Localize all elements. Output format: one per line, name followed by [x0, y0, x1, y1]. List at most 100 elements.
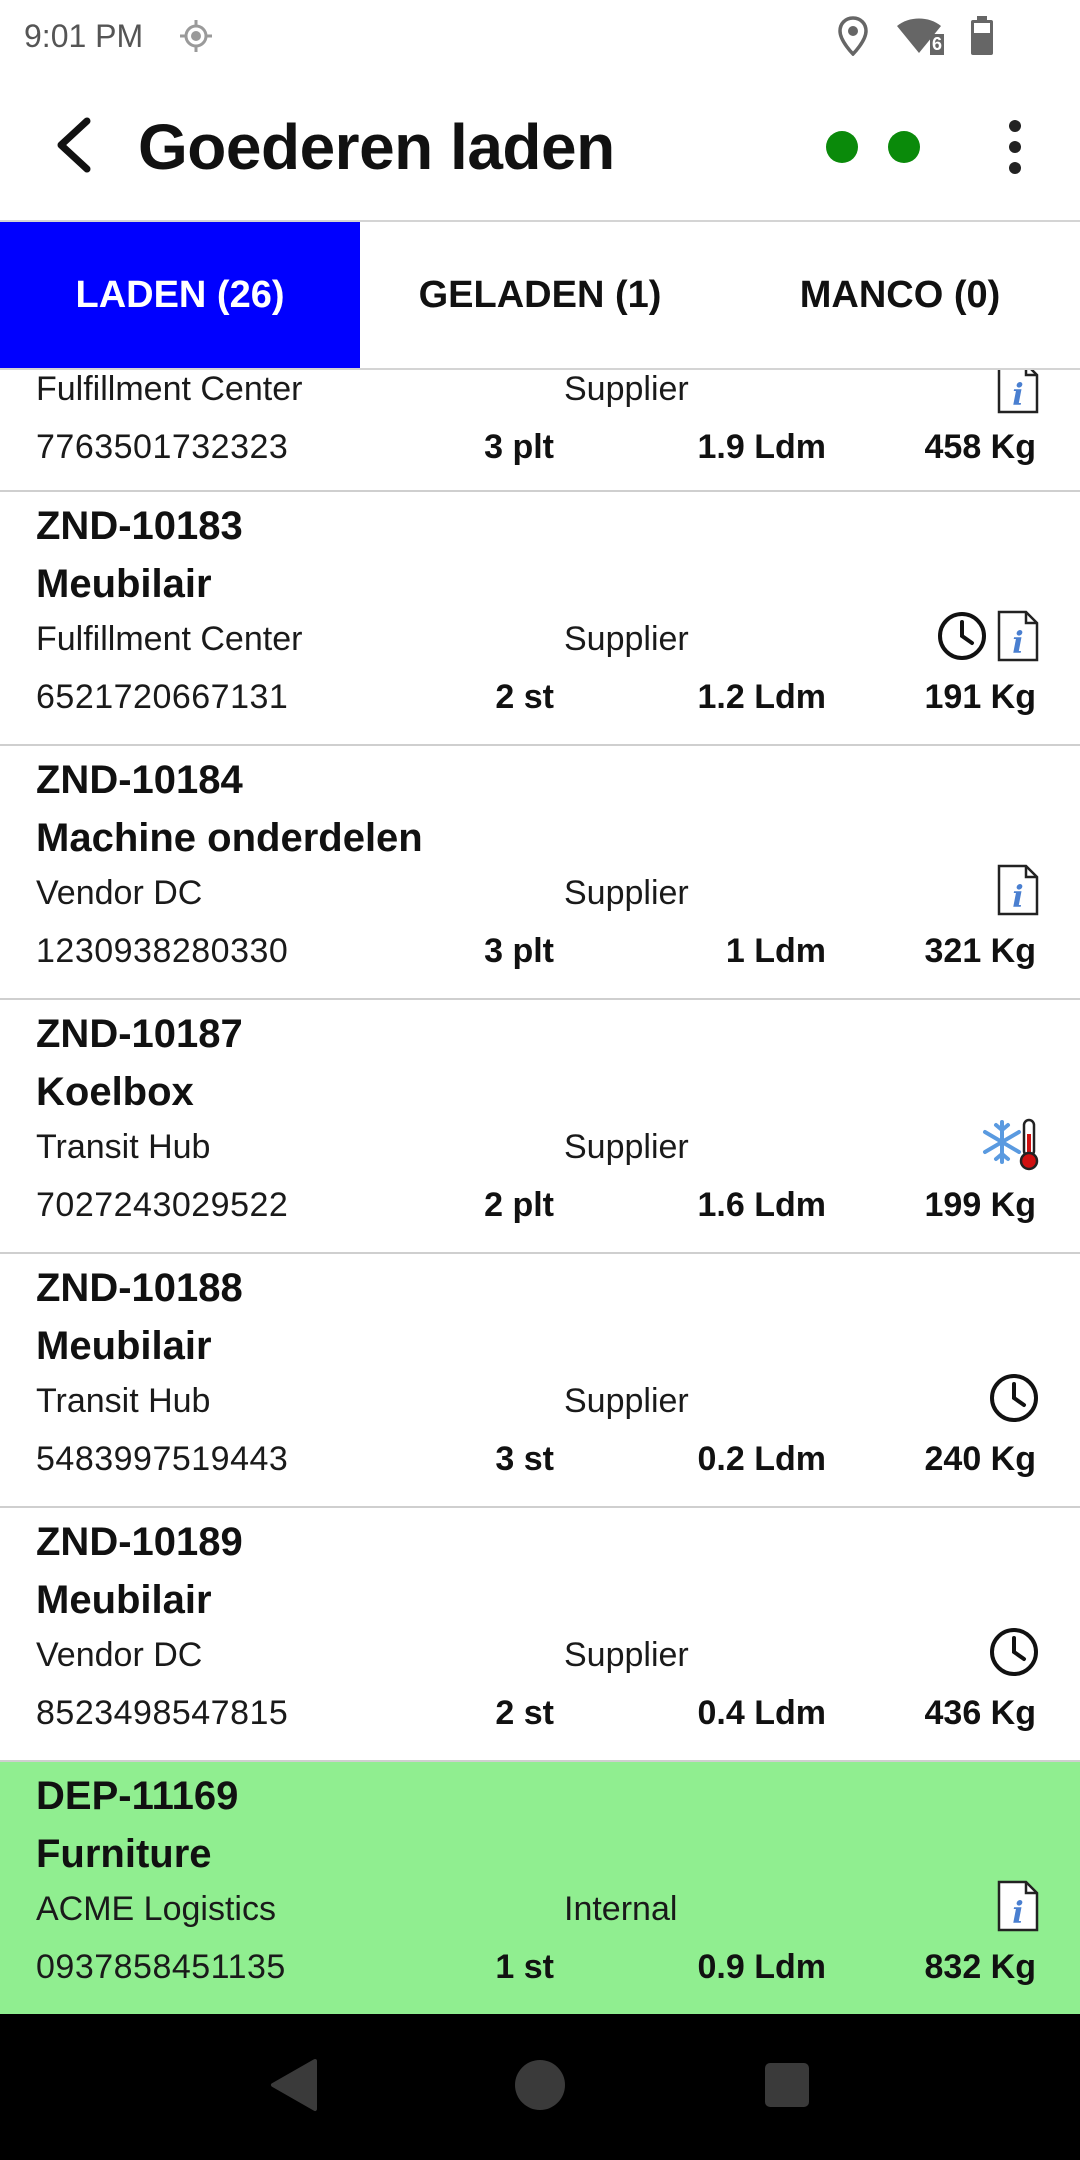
overflow-menu-button[interactable]: [980, 92, 1050, 202]
item-barcode: 1230938280330: [36, 932, 289, 970]
list-item[interactable]: ZND-10189 Meubilair Vendor DC Supplier 8…: [0, 1508, 1080, 1762]
list-item[interactable]: Fulfillment Center Supplier i 7763501732…: [0, 370, 1080, 492]
item-description: Machine onderdelen: [36, 816, 423, 860]
clock-icon[interactable]: [988, 1626, 1040, 1683]
nav-home-button[interactable]: [495, 2042, 585, 2132]
more-vertical-dot: [1009, 162, 1021, 174]
item-barcode: 7763501732323: [36, 428, 289, 466]
item-quantity: 3 plt: [484, 428, 554, 466]
status-bar: 9:01 PM 6: [0, 0, 1080, 72]
wifi-icon: 6: [896, 17, 944, 55]
item-location: Transit Hub: [36, 1382, 211, 1420]
system-navigation-bar: [0, 2014, 1080, 2160]
item-code: ZND-10183: [36, 504, 243, 548]
app-bar: Goederen laden: [0, 72, 1080, 222]
back-button[interactable]: [18, 92, 128, 202]
item-weight: 240 Kg: [924, 1440, 1037, 1478]
item-weight: 436 Kg: [924, 1694, 1037, 1732]
list-item-highlighted[interactable]: DEP-11169 Furniture ACME Logistics Inter…: [0, 1762, 1080, 2014]
item-code: ZND-10188: [36, 1266, 243, 1310]
more-vertical-dot: [1009, 141, 1021, 153]
location-target-icon: [179, 19, 213, 53]
item-barcode: 0937858451135: [36, 1948, 286, 1986]
status-indicator-dot: [888, 131, 920, 163]
item-code: DEP-11169: [36, 1774, 239, 1818]
item-description: Koelbox: [36, 1070, 194, 1114]
list-item[interactable]: ZND-10187 Koelbox Transit Hub Supplier 7…: [0, 1000, 1080, 1254]
item-weight: 458 Kg: [924, 428, 1037, 466]
item-quantity: 2 st: [495, 678, 554, 716]
back-arrow-icon: [51, 115, 95, 180]
item-barcode: 6521720667131: [36, 678, 289, 716]
list-item[interactable]: ZND-10184 Machine onderdelen Vendor DC S…: [0, 746, 1080, 1000]
list-item[interactable]: ZND-10183 Meubilair Fulfillment Center S…: [0, 492, 1080, 746]
page-title: Goederen laden: [138, 111, 615, 183]
item-code: ZND-10184: [36, 758, 243, 802]
info-document-icon[interactable]: i: [996, 864, 1040, 921]
item-barcode: 5483997519443: [36, 1440, 289, 1478]
item-location: Fulfillment Center: [36, 620, 303, 658]
nav-recents-button[interactable]: [742, 2042, 832, 2132]
recents-square-icon: [763, 2061, 811, 2114]
connection-indicators: [826, 131, 920, 163]
item-code: ZND-10187: [36, 1012, 243, 1056]
item-role: Supplier: [564, 1636, 689, 1674]
item-role: Supplier: [564, 874, 689, 912]
status-indicator-dot: [826, 131, 858, 163]
tab-laden[interactable]: LADEN (26): [0, 222, 360, 368]
tab-geladen[interactable]: GELADEN (1): [360, 222, 720, 368]
item-quantity: 1 st: [495, 1948, 554, 1986]
info-document-icon[interactable]: i: [996, 1880, 1040, 1937]
item-weight: 199 Kg: [924, 1186, 1037, 1224]
info-document-icon[interactable]: i: [996, 370, 1040, 419]
item-role: Supplier: [564, 620, 689, 658]
item-role: Supplier: [564, 1382, 689, 1420]
item-description: Meubilair: [36, 1578, 212, 1622]
item-weight: 191 Kg: [924, 678, 1037, 716]
nav-back-button[interactable]: [248, 2042, 338, 2132]
more-vertical-icon: [1009, 120, 1021, 132]
status-time: 9:01 PM: [24, 17, 144, 54]
item-role: Supplier: [564, 370, 689, 408]
list-item[interactable]: ZND-10188 Meubilair Transit Hub Supplier…: [0, 1254, 1080, 1508]
item-loading-meters: 1 Ldm: [725, 932, 826, 970]
battery-icon: [970, 16, 994, 56]
tab-bar: LADEN (26) GELADEN (1) MANCO (0): [0, 220, 1080, 370]
svg-text:i: i: [1012, 378, 1023, 413]
frozen-thermometer-icon[interactable]: [982, 1116, 1040, 1177]
clock-icon[interactable]: [988, 1372, 1040, 1429]
item-quantity: 3 plt: [484, 932, 554, 970]
item-quantity: 2 plt: [484, 1186, 554, 1224]
back-triangle-icon: [267, 2057, 319, 2118]
item-loading-meters: 1.6 Ldm: [697, 1186, 826, 1224]
item-description: Meubilair: [36, 1324, 212, 1368]
item-loading-meters: 0.2 Ldm: [697, 1440, 826, 1478]
svg-text:i: i: [1012, 880, 1023, 915]
item-loading-meters: 1.9 Ldm: [697, 428, 826, 466]
svg-text:i: i: [1012, 626, 1023, 661]
home-circle-icon: [513, 2058, 567, 2117]
item-role: Internal: [564, 1890, 678, 1928]
tab-manco[interactable]: MANCO (0): [720, 222, 1080, 368]
item-loading-meters: 0.4 Ldm: [697, 1694, 826, 1732]
item-description: Meubilair: [36, 562, 212, 606]
item-code: ZND-10189: [36, 1520, 243, 1564]
svg-text:i: i: [1012, 1896, 1023, 1931]
location-pin-icon: [838, 16, 868, 56]
item-quantity: 2 st: [495, 1694, 554, 1732]
item-role: Supplier: [564, 1128, 689, 1166]
shipment-list[interactable]: Fulfillment Center Supplier i 7763501732…: [0, 370, 1080, 2014]
wifi-badge: 6: [929, 34, 944, 55]
item-weight: 832 Kg: [924, 1948, 1037, 1986]
item-location: Fulfillment Center: [36, 370, 303, 408]
item-barcode: 8523498547815: [36, 1694, 289, 1732]
item-location: Vendor DC: [36, 874, 203, 912]
item-location: Transit Hub: [36, 1128, 211, 1166]
item-quantity: 3 st: [495, 1440, 554, 1478]
info-document-icon[interactable]: i: [996, 610, 1040, 667]
item-location: Vendor DC: [36, 1636, 203, 1674]
item-description: Furniture: [36, 1832, 212, 1876]
item-weight: 321 Kg: [924, 932, 1037, 970]
clock-icon[interactable]: [936, 610, 988, 667]
item-loading-meters: 0.9 Ldm: [697, 1948, 826, 1986]
